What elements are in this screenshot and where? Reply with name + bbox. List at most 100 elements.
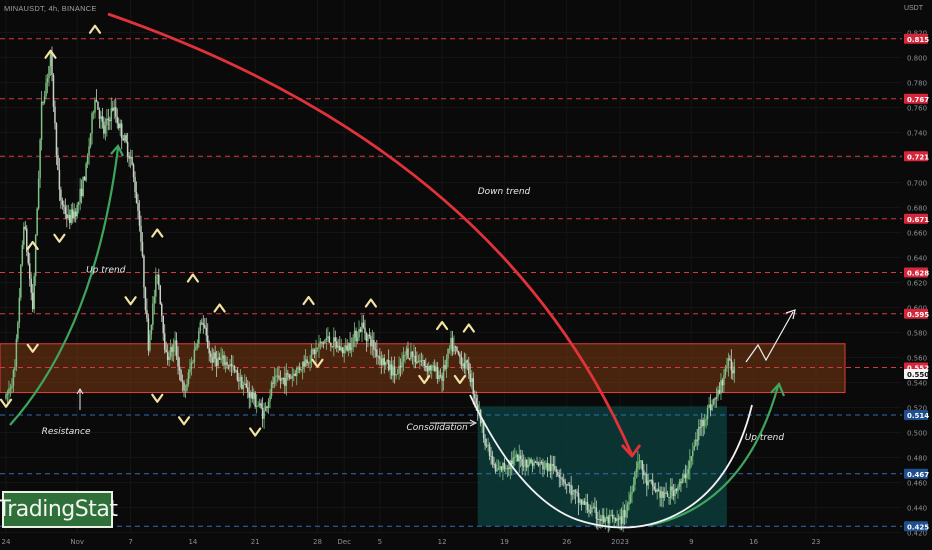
- candle-body: [543, 467, 546, 470]
- candle-body: [195, 346, 197, 350]
- candle-body: [702, 419, 704, 427]
- candle-body: [730, 359, 733, 371]
- candle-body: [293, 373, 295, 376]
- y-tick-label: 0.680: [907, 205, 927, 213]
- candle-body: [666, 493, 669, 498]
- candle-body: [649, 480, 651, 482]
- candle-body: [69, 214, 71, 223]
- candle-body: [432, 365, 434, 367]
- candle-body: [86, 155, 89, 164]
- candle-body: [622, 510, 624, 524]
- candle-body: [503, 462, 506, 469]
- candle-body: [606, 516, 608, 519]
- candle-body: [456, 346, 458, 351]
- candle-body: [74, 211, 77, 217]
- candle-body: [506, 467, 509, 469]
- candle-body: [252, 392, 255, 399]
- candle-body: [362, 322, 365, 328]
- candle-body: [158, 274, 160, 286]
- candle-body: [211, 356, 213, 363]
- candle-body: [247, 387, 249, 392]
- candle-body: [441, 375, 443, 381]
- candle-body: [238, 380, 240, 382]
- candle-body: [386, 359, 388, 362]
- candle-body: [560, 477, 562, 479]
- candle-body: [395, 374, 397, 376]
- candle-body: [112, 108, 114, 111]
- y-tick-label: 0.740: [907, 130, 927, 138]
- candle-body: [428, 365, 430, 372]
- candle-body: [554, 466, 556, 470]
- candle-body: [52, 74, 55, 107]
- candle-body: [373, 340, 375, 350]
- candle-body: [493, 463, 495, 465]
- candle-body: [419, 360, 421, 362]
- candle-body: [128, 155, 130, 159]
- price-level-badge-text: 0.721: [907, 153, 929, 161]
- candle-body: [490, 455, 492, 457]
- candle-body: [411, 351, 414, 357]
- y-tick-label: 0.640: [907, 255, 927, 263]
- candle-body: [328, 336, 331, 343]
- candle-body: [671, 486, 673, 491]
- candle-body: [190, 362, 193, 370]
- candle-body: [392, 366, 394, 376]
- candle-body: [270, 382, 273, 396]
- candle-body: [257, 405, 259, 407]
- candle-body: [472, 378, 474, 395]
- candle-body: [184, 390, 187, 392]
- candle-body: [404, 355, 406, 357]
- candle-body: [180, 370, 182, 382]
- candle-body: [469, 373, 472, 382]
- axis-layer: 0.4200.4400.4600.4800.5000.5200.5400.560…: [2, 30, 930, 547]
- candle-body: [473, 394, 476, 399]
- candle-body: [132, 164, 135, 178]
- candle-body: [714, 398, 716, 400]
- candle-body: [36, 208, 38, 236]
- candle-body: [496, 470, 498, 472]
- candle-body: [681, 478, 684, 484]
- candle-body: [315, 347, 317, 355]
- candle-body: [632, 484, 635, 493]
- candle-body: [77, 202, 80, 205]
- x-tick-label: 7: [128, 538, 132, 546]
- x-tick-label: 12: [438, 538, 447, 546]
- candle-body: [6, 393, 9, 395]
- candle-body: [620, 516, 623, 524]
- candle-body: [635, 468, 638, 473]
- candle-body: [183, 382, 185, 391]
- current-price-badge-text: 0.550: [907, 371, 929, 379]
- candle-body: [250, 391, 252, 398]
- candle-body: [119, 123, 121, 129]
- candle-body: [91, 113, 93, 134]
- candle-body: [355, 330, 357, 342]
- candle-body: [564, 481, 566, 485]
- candle-body: [18, 297, 21, 323]
- zone-layer: [0, 343, 846, 527]
- candle-body: [230, 364, 233, 367]
- candle-body: [321, 341, 323, 343]
- candle-body: [634, 472, 636, 485]
- price-level-badge: 0.425: [904, 521, 929, 532]
- candle-body: [100, 116, 102, 119]
- candle-body: [30, 278, 32, 293]
- candle-body: [552, 464, 555, 467]
- candle-body: [519, 455, 522, 460]
- y-tick-label: 0.500: [907, 430, 927, 438]
- candle-body: [371, 340, 374, 347]
- candle-body: [304, 359, 307, 367]
- price-level-badge-text: 0.767: [907, 96, 929, 104]
- candle-body: [63, 204, 65, 207]
- candle-body: [113, 107, 116, 111]
- candle-body: [122, 138, 124, 141]
- candle-body: [23, 226, 25, 245]
- candle-body: [646, 473, 648, 486]
- x-tick-label: 14: [188, 538, 197, 546]
- candle-body: [665, 492, 667, 494]
- candle-body: [297, 367, 299, 369]
- candle-body: [600, 519, 602, 521]
- candle-body: [295, 368, 298, 376]
- candle-body: [233, 365, 236, 371]
- candle-body: [206, 335, 209, 349]
- candle-body: [131, 156, 133, 165]
